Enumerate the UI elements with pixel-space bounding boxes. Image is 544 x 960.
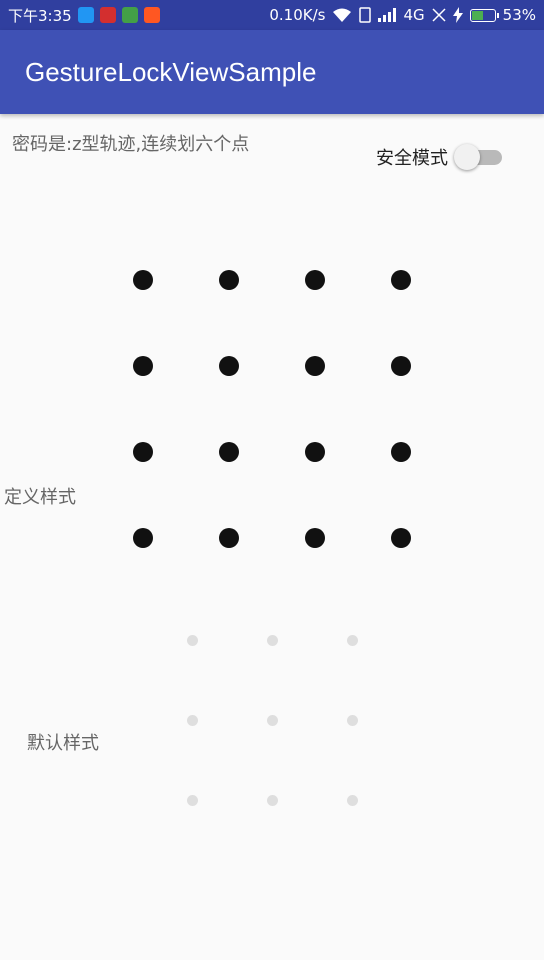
- lock-dot-2[interactable]: [219, 270, 239, 290]
- lock-dot-13[interactable]: [133, 528, 153, 548]
- network-type: 4G: [403, 6, 425, 24]
- lock-dot-16[interactable]: [391, 528, 411, 548]
- status-time: 下午3:35: [8, 6, 72, 25]
- app-title: GestureLockViewSample: [25, 56, 317, 87]
- sim-icon: [359, 7, 372, 23]
- wifi-icon: [333, 8, 352, 22]
- custom-gesture-lock[interactable]: [133, 270, 411, 548]
- lock-dot-12[interactable]: [391, 442, 411, 462]
- lock-dot-1[interactable]: [187, 635, 198, 646]
- notification-icon-app3: [121, 7, 138, 23]
- lock-dot-8[interactable]: [267, 795, 278, 806]
- lock-dot-5[interactable]: [267, 715, 278, 726]
- secure-mode-row: 安全模式: [376, 143, 502, 171]
- custom-style-label: 定义样式: [4, 487, 76, 508]
- battery-icon: [469, 8, 499, 22]
- default-style-label: 默认样式: [27, 733, 99, 754]
- notification-icon-app2: [99, 7, 116, 23]
- lock-dot-15[interactable]: [305, 528, 325, 548]
- battery-percent: 53%: [502, 6, 536, 24]
- lock-dot-9[interactable]: [347, 795, 358, 806]
- lock-dot-3[interactable]: [305, 270, 325, 290]
- secure-mode-switch[interactable]: [454, 143, 502, 171]
- charging-icon: [452, 7, 463, 23]
- lock-dot-7[interactable]: [187, 795, 198, 806]
- lock-dot-4[interactable]: [391, 270, 411, 290]
- lock-dot-6[interactable]: [219, 356, 239, 376]
- lock-dot-8[interactable]: [391, 356, 411, 376]
- lock-dot-6[interactable]: [347, 715, 358, 726]
- app-bar: GestureLockViewSample: [0, 30, 544, 114]
- lock-dot-14[interactable]: [219, 528, 239, 548]
- status-bar: 下午3:35 0.10K/s 4G 53%: [0, 0, 544, 30]
- signal-icon: [378, 8, 397, 22]
- notification-icon-app1: [77, 7, 94, 23]
- lock-dot-4[interactable]: [187, 715, 198, 726]
- lock-dot-10[interactable]: [219, 442, 239, 462]
- lock-dot-5[interactable]: [133, 356, 153, 376]
- default-gesture-lock[interactable]: [187, 635, 359, 807]
- notification-icon-app4: [143, 7, 160, 23]
- lock-dot-3[interactable]: [347, 635, 358, 646]
- password-hint: 密码是:z型轨迹,连续划六个点: [12, 134, 250, 155]
- lock-dot-2[interactable]: [267, 635, 278, 646]
- lock-dot-11[interactable]: [305, 442, 325, 462]
- secure-mode-label: 安全模式: [376, 148, 448, 169]
- lock-dot-9[interactable]: [133, 442, 153, 462]
- no-sim-icon: [432, 8, 446, 22]
- network-speed: 0.10K/s: [269, 6, 326, 24]
- switch-thumb[interactable]: [454, 144, 480, 170]
- lock-dot-1[interactable]: [133, 270, 153, 290]
- lock-dot-7[interactable]: [305, 356, 325, 376]
